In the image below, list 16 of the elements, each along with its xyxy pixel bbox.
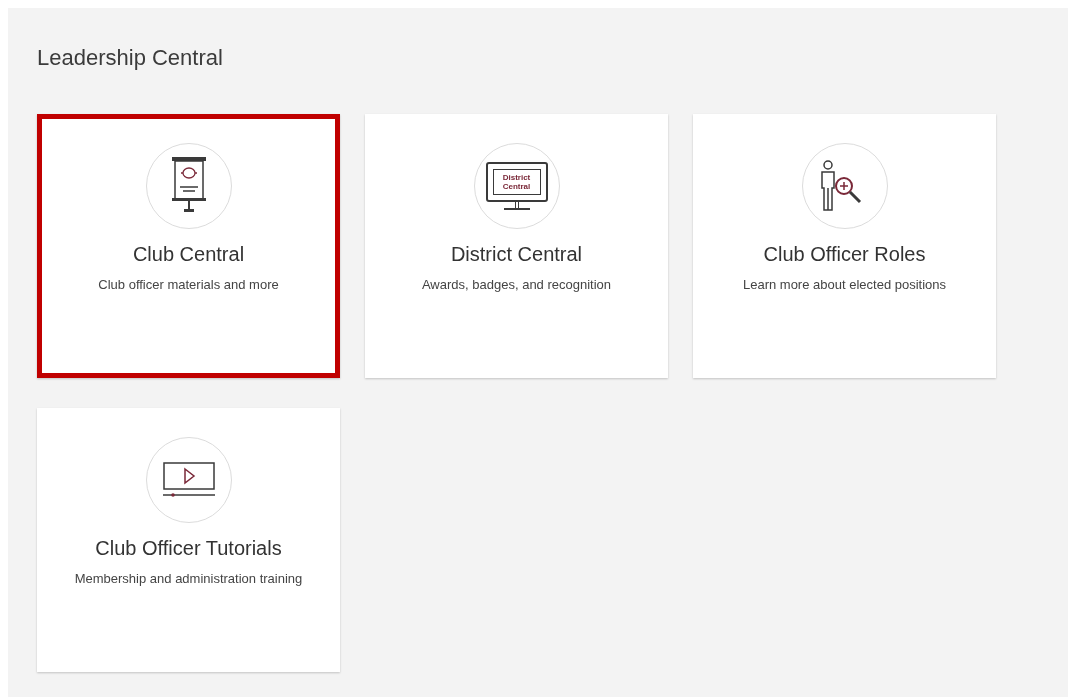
- tile-card[interactable]: Club Officer Tutorials Membership and administration training: [37, 408, 340, 672]
- page-title: Leadership Central: [37, 44, 224, 72]
- monitor-label: District: [502, 173, 531, 182]
- video-player-icon: [162, 462, 215, 498]
- tile-card[interactable]: Club Officer Roles Learn more about elected positions: [693, 114, 996, 378]
- card-description: Membership and administration training: [74, 570, 303, 588]
- card-description: Learn more about elected positions: [742, 276, 947, 294]
- card-title: Club Officer Roles: [763, 242, 926, 267]
- card-title: Club Central: [132, 242, 245, 267]
- card-title: Club Officer Tutorials: [95, 536, 282, 561]
- tile-card[interactable]: District Central District Central Awards, badges, and recognition: [365, 114, 668, 378]
- monitor-label: Central: [502, 182, 531, 191]
- tile-card[interactable]: Club Central Club officer materials and more: [37, 114, 340, 378]
- card-title: District Central: [450, 242, 583, 267]
- card-description: Club officer materials and more: [98, 276, 279, 294]
- card-description: Awards, badges, and recognition: [421, 276, 612, 294]
